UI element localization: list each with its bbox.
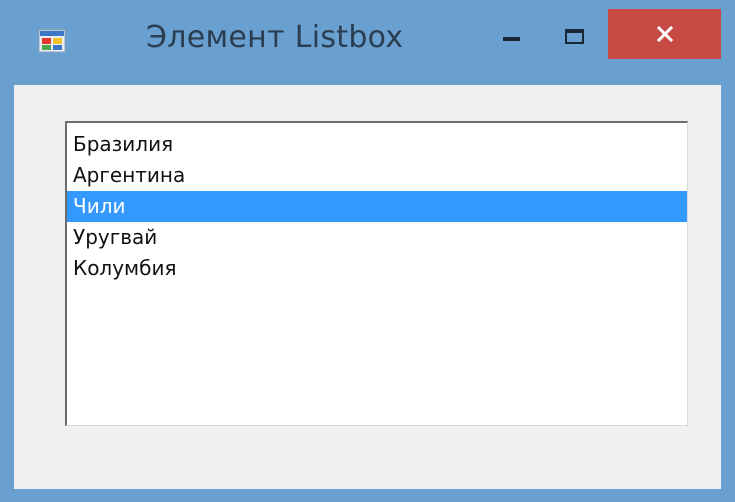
list-item[interactable]: Колумбия [67, 253, 687, 284]
list-item[interactable]: Аргентина [67, 160, 687, 191]
close-icon [657, 26, 673, 42]
close-button[interactable] [608, 9, 721, 59]
list-item-selected[interactable]: Чили [67, 191, 687, 222]
minimize-icon [503, 37, 520, 41]
title-bar[interactable]: Элемент Listbox [0, 0, 735, 82]
listbox-items: Бразилия Аргентина Чили Уругвай Колумбия [67, 123, 687, 284]
form-client-area: Бразилия Аргентина Чили Уругвай Колумбия [14, 85, 721, 489]
list-item[interactable]: Уругвай [67, 222, 687, 253]
window-title: Элемент Listbox [146, 20, 404, 55]
list-item[interactable]: Бразилия [67, 129, 687, 160]
countries-listbox[interactable]: Бразилия Аргентина Чили Уругвай Колумбия [65, 121, 688, 426]
maximize-icon [565, 29, 584, 44]
maximize-button[interactable] [554, 18, 594, 58]
app-window: Элемент Listbox Бразилия Аргентина Чили … [0, 0, 735, 502]
minimize-button[interactable] [492, 18, 532, 58]
app-form-icon[interactable] [38, 28, 66, 54]
